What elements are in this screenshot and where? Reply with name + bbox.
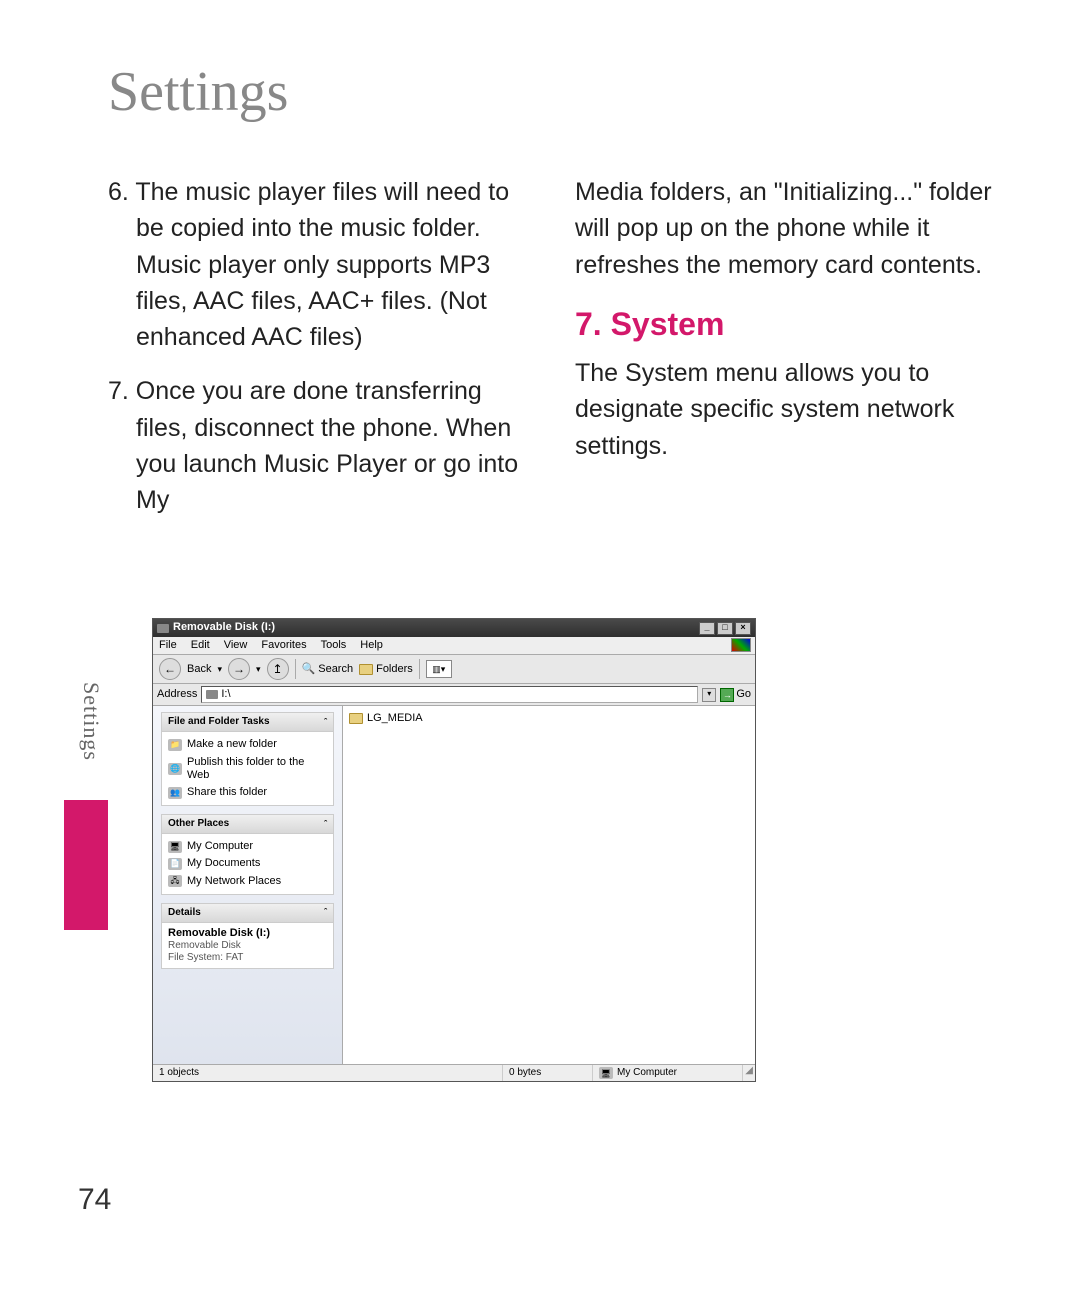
- back-button[interactable]: ←: [159, 658, 181, 680]
- tasks-pane: File and Folder Tasks ˆ 📁 Make a new fold…: [161, 712, 334, 806]
- status-location-label: My Computer: [617, 1067, 677, 1079]
- back-dropdown-icon[interactable]: ▾: [217, 664, 222, 675]
- places-pane-title: Other Places: [168, 818, 229, 830]
- collapse-icon[interactable]: ˆ: [324, 907, 327, 918]
- close-button[interactable]: ×: [735, 622, 751, 635]
- address-dropdown-icon[interactable]: ▾: [702, 688, 716, 702]
- details-pane: Details ˆ Removable Disk (I:) Removable …: [161, 903, 334, 969]
- details-name: Removable Disk (I:): [168, 927, 270, 939]
- explorer-content[interactable]: LG_MEDIA: [343, 706, 755, 1064]
- search-label: Search: [318, 663, 353, 676]
- forward-button[interactable]: →: [228, 658, 250, 680]
- column-left: 6. The music player files will need to b…: [108, 174, 535, 536]
- address-label: Address: [157, 688, 197, 701]
- folder-lg-media[interactable]: LG_MEDIA: [347, 710, 751, 727]
- task-publish[interactable]: 🌐 Publish this folder to the Web: [168, 754, 327, 784]
- window-title: Removable Disk (I:): [173, 621, 275, 634]
- go-label: Go: [736, 688, 751, 701]
- place-my-computer[interactable]: 🖥 My Computer: [168, 838, 327, 855]
- computer-icon: 🖥: [168, 841, 182, 853]
- folders-button[interactable]: Folders: [359, 663, 413, 676]
- toolbar-separator-2: [419, 659, 420, 679]
- system-body-text: The System menu allows you to designate …: [575, 355, 1002, 464]
- folders-label: Folders: [376, 663, 413, 676]
- task-label: Publish this folder to the Web: [187, 756, 327, 782]
- side-section-label: Settings: [78, 682, 104, 761]
- tasks-pane-title: File and Folder Tasks: [168, 716, 270, 728]
- column-right: Media folders, an "Initializing..." fold…: [575, 174, 1002, 536]
- folder-label: LG_MEDIA: [367, 712, 423, 725]
- step-7-text: 7. Once you are done transferring files,…: [108, 373, 535, 518]
- collapse-icon[interactable]: ˆ: [324, 819, 327, 830]
- status-size: 0 bytes: [503, 1065, 593, 1081]
- page-number: 74: [78, 1183, 111, 1217]
- system-heading: 7. System: [575, 301, 1002, 347]
- place-label: My Documents: [187, 857, 260, 870]
- forward-dropdown-icon[interactable]: ▾: [256, 664, 261, 675]
- minimize-button[interactable]: _: [699, 622, 715, 635]
- side-accent-bar: [64, 800, 108, 930]
- network-icon: 🖧: [168, 875, 182, 887]
- status-location: 🖥 My Computer: [593, 1065, 743, 1081]
- drive-icon: [206, 690, 218, 699]
- toolbar-separator: [295, 659, 296, 679]
- globe-icon: 🌐: [168, 763, 182, 775]
- menu-bar: File Edit View Favorites Tools Help: [153, 637, 755, 655]
- maximize-button[interactable]: □: [717, 622, 733, 635]
- views-button[interactable]: ▥▾: [426, 660, 452, 678]
- continuation-text: Media folders, an "Initializing..." fold…: [575, 174, 1002, 283]
- window-titlebar: Removable Disk (I:) _ □ ×: [153, 619, 755, 637]
- place-label: My Network Places: [187, 875, 281, 888]
- go-arrow-icon: →: [720, 688, 734, 702]
- folder-icon: [359, 664, 373, 675]
- new-folder-icon: 📁: [168, 739, 182, 751]
- status-objects: 1 objects: [153, 1065, 503, 1081]
- address-bar: Address I:\ ▾ → Go: [153, 684, 755, 706]
- toolbar: ← Back ▾ → ▾ ↥ 🔍 Search Folders ▥▾: [153, 655, 755, 684]
- menu-favorites[interactable]: Favorites: [261, 639, 306, 652]
- back-label: Back: [187, 663, 211, 676]
- details-filesystem: File System: FAT: [168, 952, 327, 964]
- menu-edit[interactable]: Edit: [191, 639, 210, 652]
- resize-grip-icon[interactable]: ◢: [743, 1065, 755, 1081]
- address-value: I:\: [221, 688, 230, 701]
- menu-view[interactable]: View: [224, 639, 248, 652]
- explorer-screenshot: Removable Disk (I:) _ □ × File Edit View…: [152, 618, 756, 1082]
- details-type: Removable Disk: [168, 940, 327, 952]
- explorer-sidebar: File and Folder Tasks ˆ 📁 Make a new fold…: [153, 706, 343, 1064]
- search-button[interactable]: 🔍 Search: [302, 663, 354, 676]
- details-pane-title: Details: [168, 907, 201, 919]
- go-button[interactable]: → Go: [720, 688, 751, 702]
- task-label: Make a new folder: [187, 738, 277, 751]
- folder-icon: [349, 713, 363, 724]
- menu-help[interactable]: Help: [360, 639, 383, 652]
- menu-tools[interactable]: Tools: [321, 639, 347, 652]
- search-icon: 🔍: [302, 663, 316, 676]
- task-new-folder[interactable]: 📁 Make a new folder: [168, 736, 327, 753]
- drive-icon: [157, 624, 169, 633]
- collapse-icon[interactable]: ˆ: [324, 717, 327, 728]
- place-label: My Computer: [187, 840, 253, 853]
- place-my-network[interactable]: 🖧 My Network Places: [168, 873, 327, 890]
- place-my-documents[interactable]: 📄 My Documents: [168, 855, 327, 872]
- windows-flag-icon: [731, 638, 751, 652]
- status-bar: 1 objects 0 bytes 🖥 My Computer ◢: [153, 1064, 755, 1081]
- computer-icon: 🖥: [599, 1067, 613, 1079]
- share-icon: 👥: [168, 787, 182, 799]
- step-6-text: 6. The music player files will need to b…: [108, 174, 535, 355]
- page-title: Settings: [108, 60, 1002, 124]
- menu-file[interactable]: File: [159, 639, 177, 652]
- places-pane: Other Places ˆ 🖥 My Computer 📄 My Document…: [161, 814, 334, 895]
- task-share[interactable]: 👥 Share this folder: [168, 784, 327, 801]
- documents-icon: 📄: [168, 858, 182, 870]
- task-label: Share this folder: [187, 786, 267, 799]
- address-field[interactable]: I:\: [201, 686, 698, 703]
- up-button[interactable]: ↥: [267, 658, 289, 680]
